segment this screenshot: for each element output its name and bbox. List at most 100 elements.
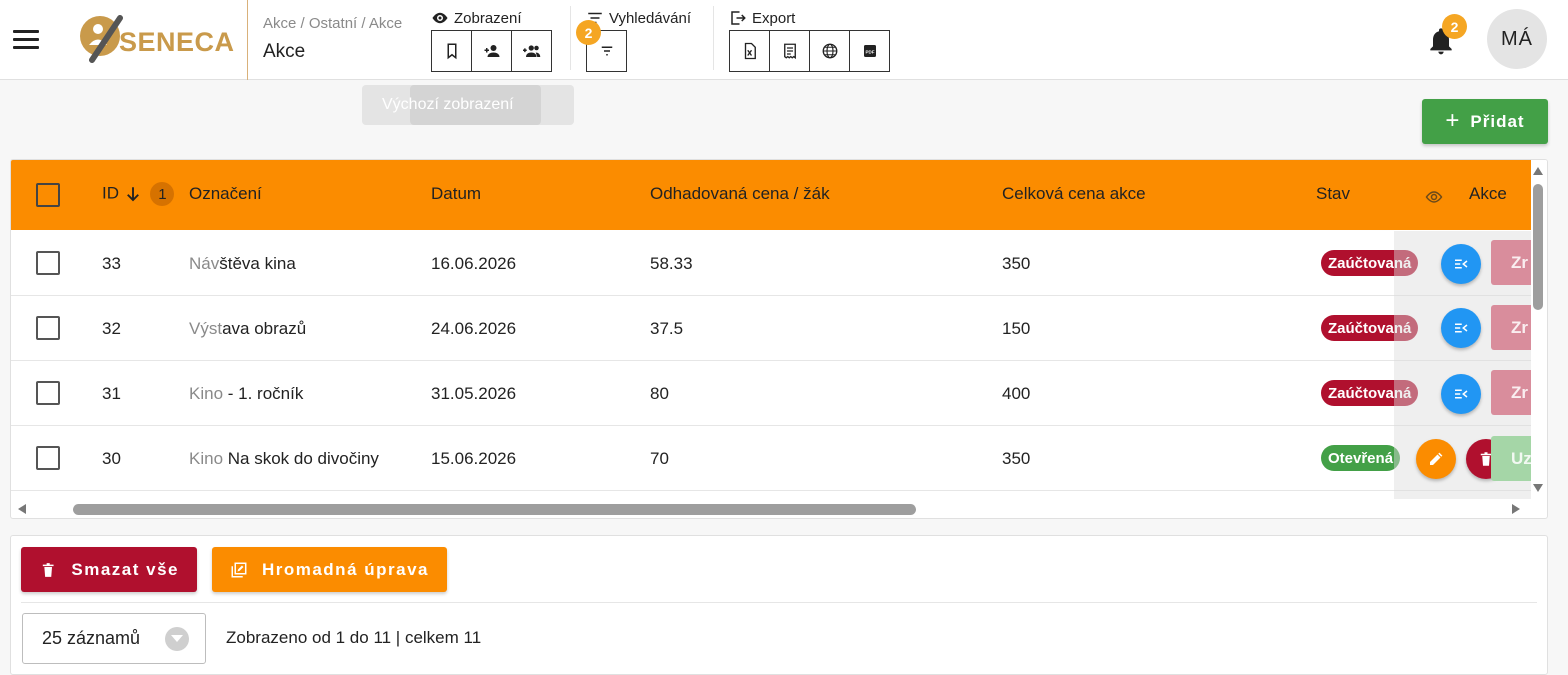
list-detail-icon [1455, 259, 1468, 269]
cell-total-price: 350 [1002, 449, 1031, 468]
table-row[interactable]: 33 Návštěva kina 16.06.2026 58.33 350 Za… [11, 231, 1531, 296]
cell-estimated-price: 80 [650, 384, 669, 403]
scroll-right-arrow-icon[interactable] [1512, 504, 1520, 514]
cell-id: 33 [102, 254, 121, 273]
edit-button[interactable] [1416, 439, 1456, 479]
vertical-scroll-thumb[interactable] [1533, 184, 1543, 310]
arrow-down-icon [126, 187, 139, 202]
eye-icon [432, 12, 448, 24]
horizontal-scroll-thumb[interactable] [73, 504, 916, 515]
column-header-id[interactable]: ID 1 [102, 182, 175, 206]
detail-button[interactable] [1441, 374, 1481, 414]
export-tool-group: Export PDF [729, 8, 890, 72]
row-action-button-truncated[interactable]: Zr [1491, 240, 1531, 285]
scroll-up-arrow-icon[interactable] [1533, 167, 1543, 175]
table-row[interactable]: 30 Kino Na skok do divočiny 15.06.2026 7… [11, 426, 1531, 491]
search-tool-group: Vyhledávání [586, 8, 691, 72]
export-web-button[interactable] [809, 30, 850, 72]
default-view-tooltip: Výchozí zobrazení [382, 96, 514, 113]
cell-label: Kino Na skok do divočiny [189, 449, 379, 468]
row-action-button-truncated[interactable]: Uz [1491, 436, 1531, 481]
add-group-view-button[interactable] [511, 30, 552, 72]
breadcrumb[interactable]: Akce / Ostatní / Akce [263, 15, 402, 32]
row-checkbox[interactable] [36, 446, 60, 470]
cell-date: 24.06.2026 [431, 319, 517, 338]
row-checkbox[interactable] [36, 316, 60, 340]
export-excel-button[interactable] [729, 30, 770, 72]
bookmark-icon [447, 43, 456, 60]
header-divider [247, 0, 248, 80]
select-all-checkbox[interactable] [36, 183, 60, 207]
column-header-status[interactable]: Stav [1316, 184, 1350, 204]
cell-date: 31.05.2026 [431, 384, 517, 403]
export-receipt-button[interactable] [769, 30, 810, 72]
cell-id: 31 [102, 384, 121, 403]
cell-total-price: 400 [1002, 384, 1031, 403]
column-header-actions: Akce [1469, 184, 1507, 203]
cell-id: 32 [102, 319, 121, 338]
scroll-left-arrow-icon[interactable] [18, 504, 26, 514]
cell-total-price: 350 [1002, 254, 1031, 273]
plus-icon: + [1445, 106, 1461, 134]
cell-id: 30 [102, 449, 121, 468]
row-action-button-truncated[interactable]: Zr [1491, 305, 1531, 350]
footer-divider [21, 602, 1537, 603]
list-detail-icon [1455, 323, 1468, 333]
cell-label: Výstava obrazů [189, 319, 307, 338]
user-avatar[interactable]: MÁ [1487, 9, 1547, 69]
column-header-estimated-price[interactable]: Odhadovaná cena / žák [650, 184, 830, 204]
group-add-icon [522, 45, 540, 57]
list-detail-icon [1455, 389, 1468, 399]
notification-count-badge: 2 [1442, 14, 1467, 39]
add-person-view-button[interactable] [471, 30, 512, 72]
chevron-down-icon [165, 627, 189, 651]
column-header-date[interactable]: Datum [431, 184, 481, 204]
cell-estimated-price: 58.33 [650, 254, 693, 273]
search-group-label: Vyhledávání [586, 8, 691, 28]
logo-text: SENECA [119, 27, 235, 57]
default-view-button[interactable] [431, 30, 472, 72]
globe-icon [822, 43, 837, 59]
toolbar-separator [713, 6, 714, 70]
cell-label: Návštěva kina [189, 254, 296, 273]
view-group-label: Zobrazení [431, 8, 552, 28]
cell-estimated-price: 70 [650, 449, 669, 468]
app-header: SENECA Akce / Ostatní / Akce Akce Zobraz… [0, 0, 1568, 80]
table-row[interactable]: 31 Kino - 1. ročník 31.05.2026 80 400 Za… [11, 361, 1531, 426]
person-add-icon [484, 45, 499, 57]
cell-date: 15.06.2026 [431, 449, 517, 468]
trash-icon [42, 562, 54, 577]
receipt-icon [783, 43, 796, 60]
add-button[interactable]: + Přidat [1422, 99, 1548, 144]
table-header: ID 1 Označení Datum Odhadovaná cena / žá… [11, 160, 1531, 230]
cell-total-price: 150 [1002, 319, 1031, 338]
export-pdf-button[interactable]: PDF [849, 30, 890, 72]
export-icon [731, 11, 746, 25]
column-header-total-price[interactable]: Celková cena akce [1002, 184, 1146, 204]
filter-count-badge: 2 [576, 20, 601, 45]
bulk-edit-button[interactable]: Hromadná úprava [212, 547, 447, 592]
filter-icon [601, 46, 612, 56]
table-row[interactable]: 32 Výstava obrazů 24.06.2026 37.5 150 Za… [11, 296, 1531, 361]
page-size-select[interactable]: 25 záznamů [22, 613, 206, 664]
column-header-label[interactable]: Označení [189, 184, 262, 204]
view-tool-group: Zobrazení [431, 8, 552, 72]
pdf-icon: PDF [863, 45, 876, 57]
hamburger-menu-icon[interactable] [13, 30, 39, 50]
column-visibility-eye-icon[interactable] [1424, 187, 1444, 207]
seneca-logo[interactable]: SENECA [78, 14, 238, 64]
detail-button[interactable] [1441, 308, 1481, 348]
cell-date: 16.06.2026 [431, 254, 517, 273]
svg-text:PDF: PDF [865, 49, 874, 54]
row-checkbox[interactable] [36, 381, 60, 405]
export-group-label: Export [729, 8, 890, 28]
row-checkbox[interactable] [36, 251, 60, 275]
sort-order-badge: 1 [150, 182, 175, 206]
bulk-edit-icon [231, 562, 247, 577]
excel-icon [744, 42, 756, 60]
row-action-button-truncated[interactable]: Zr [1491, 370, 1531, 415]
scroll-down-arrow-icon[interactable] [1533, 484, 1543, 492]
delete-all-button[interactable]: Smazat vše [21, 547, 197, 592]
detail-button[interactable] [1441, 244, 1481, 284]
cell-estimated-price: 37.5 [650, 319, 684, 338]
